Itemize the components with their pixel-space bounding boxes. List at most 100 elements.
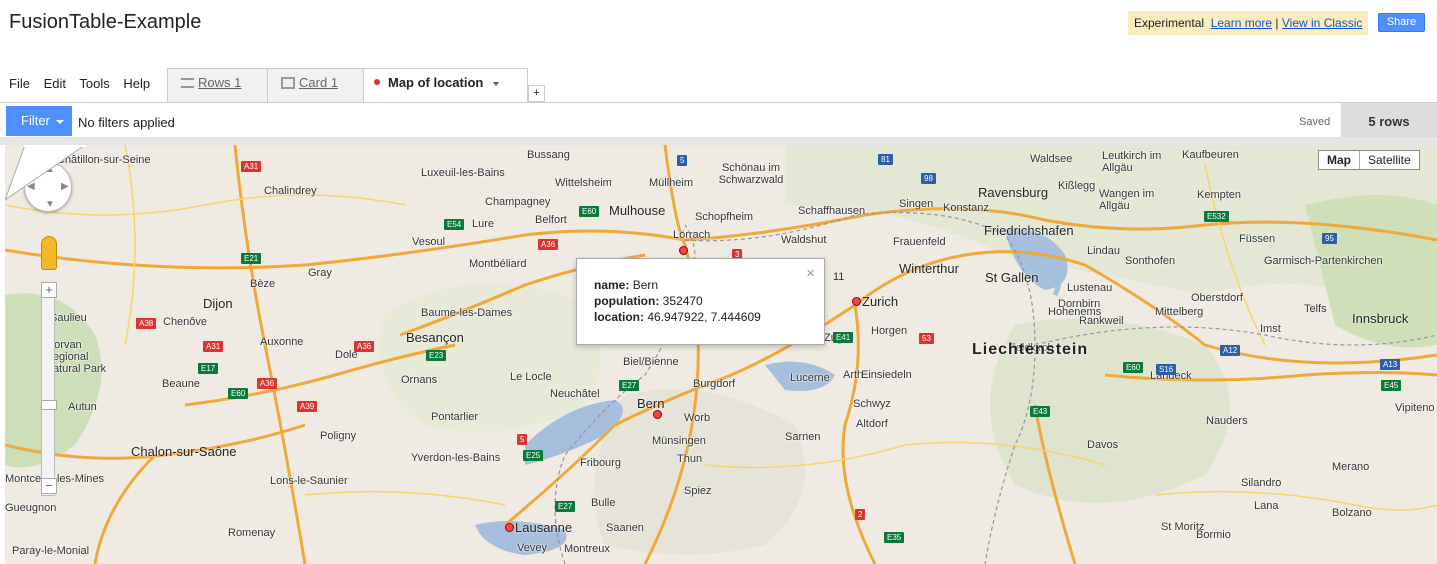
tab-rows[interactable]: Rows 1 [167,68,268,103]
menu-tools[interactable]: Tools [79,76,109,91]
road-shield: E27 [619,380,640,391]
city-label: Bern [637,396,665,411]
map-marker[interactable] [852,297,861,306]
zoom-in-button[interactable]: + [41,282,57,298]
add-tab-button[interactable]: + [528,85,545,102]
filter-status: No filters applied [78,115,175,130]
road-shield: E27 [555,501,576,512]
info-key: population: [594,294,660,308]
zoom-out-button[interactable]: − [41,478,57,494]
filter-button[interactable]: Filter [6,106,72,136]
map-type-map-button[interactable]: Map [1319,151,1360,169]
zoom-slider[interactable] [41,282,55,496]
city-label: Altdorf [856,418,888,430]
road-shield: A13 [1380,359,1401,370]
city-label: Waldshut [781,234,827,246]
city-label: Burgdorf [693,378,736,390]
country-label: Liechtenstein [972,341,1089,358]
city-label: Yverdon-les-Bains [411,452,501,464]
city-label: Lucerne [790,372,830,384]
view-classic-link[interactable]: View in Classic [1282,16,1362,30]
menu-help[interactable]: Help [123,76,150,91]
city-label: Friedrichshafen [984,223,1074,238]
info-window: × name: Bern population: 352470 location… [576,258,825,345]
road-shield: E45 [1381,380,1402,391]
city-label: Gueugnon [5,502,57,514]
city-label: Lons-le-Saunier [270,475,348,487]
city-label: Kißlegg [1058,180,1096,192]
info-window-tail [5,145,86,201]
map-type-control: Map Satellite [1318,150,1420,170]
city-label: Füssen [1239,233,1276,245]
city-label: Ravensburg [978,185,1049,200]
road-shield: A12 [1220,345,1241,356]
road-shield: 2 [855,509,866,520]
city-label: Bèze [250,278,276,290]
city-label: Schwyz [853,398,891,410]
city-label: Telfs [1304,303,1327,315]
menu-edit[interactable]: Edit [44,76,66,91]
road-shield: E532 [1204,211,1229,222]
city-label: Lana [1254,500,1279,512]
city-label: Poligny [320,430,357,442]
city-label: Frauenfeld [893,236,946,248]
city-label: Singen [899,198,934,210]
share-button[interactable]: Share [1378,13,1425,32]
street-view-pegman-icon[interactable] [41,236,57,270]
city-label: Rankweil [1079,315,1124,327]
city-label: Champagney [485,196,551,208]
road-shield: A36 [538,239,559,250]
map-type-satellite-button[interactable]: Satellite [1360,151,1419,169]
menu-file[interactable]: File [9,76,30,91]
document-title[interactable]: FusionTable-Example [9,11,201,34]
close-icon[interactable]: × [806,265,815,282]
info-row-population: population: 352470 [594,293,807,309]
city-label: Bussang [527,149,570,161]
city-label: Konstanz [943,202,989,214]
map-canvas[interactable]: Châtillon-sur-Seine Bussang Schönau im S… [5,145,1437,564]
filter-bar: Filter No filters applied Saved [0,103,1437,137]
zoom-slider-handle[interactable] [41,400,57,410]
city-label: Baume-les-Dames [421,307,513,319]
city-label: Horgen [871,325,908,337]
city-label: Paray-le-Monial [12,545,90,557]
city-label: Davos [1087,439,1119,451]
info-row-location: location: 46.947922, 7.444609 [594,309,807,325]
city-label: Winterthur [899,261,959,276]
info-value: Bern [632,278,659,292]
map-marker[interactable] [505,523,514,532]
city-label: St Gallen [985,270,1039,285]
road-shield: 5 [677,155,688,166]
info-key: location: [594,310,644,324]
card-icon [281,76,295,89]
city-label: Morvan Regional Natural Park [45,339,107,375]
city-label: Vesoul [412,236,446,248]
road-shield: S16 [1156,364,1177,375]
road-shield: 81 [878,154,893,165]
city-label: Kempten [1197,189,1242,201]
district-label: 11 [833,271,845,283]
learn-more-link[interactable]: Learn more [1211,16,1272,30]
city-label: Lure [472,218,495,230]
row-count-badge: 5 rows [1341,103,1437,140]
map-marker-bern[interactable] [653,410,662,419]
city-label: Besançon [406,330,464,345]
city-label: Bormio [1196,529,1231,541]
info-row-name: name: Bern [594,277,807,293]
city-label: Lustenau [1067,282,1113,294]
city-label: Autun [68,401,97,413]
city-label: Schönau im Schwarzwald [718,162,784,186]
city-label: Waldsee [1030,153,1073,165]
city-label: Nauders [1206,415,1248,427]
tab-map[interactable]: Map of location [363,68,528,103]
chevron-down-icon[interactable] [492,81,499,86]
map-marker[interactable] [679,246,688,255]
city-label: Ornans [401,374,438,386]
experimental-banner: Experimental Learn more | View in Classi… [1128,11,1369,35]
info-value: 46.947922, 7.444609 [647,310,761,324]
road-shield: A36 [257,378,278,389]
tab-card[interactable]: Card 1 [267,68,364,103]
road-shield: E60 [228,388,249,399]
info-value: 352470 [662,294,703,308]
city-label: Bolzano [1332,507,1372,519]
